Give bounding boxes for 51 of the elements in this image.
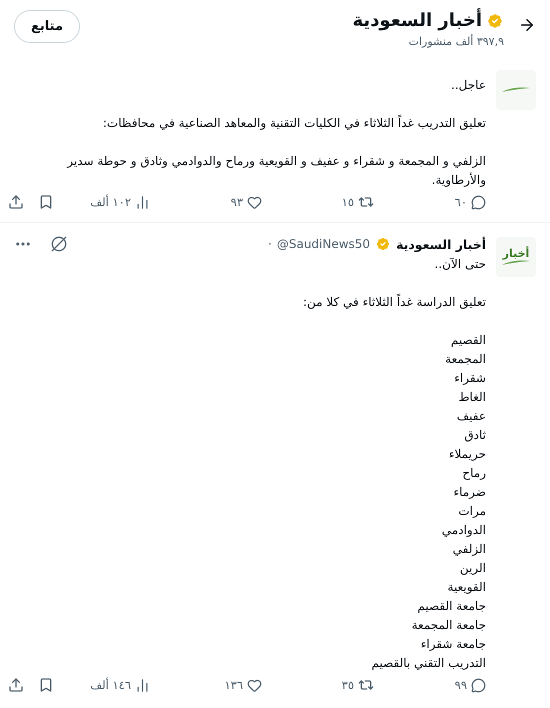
heart-icon [247, 194, 262, 210]
separator-dot: · [268, 237, 272, 251]
post-text: جامعة القصيم [416, 598, 486, 615]
post-text: المجمعة [444, 351, 486, 368]
post-text: القصيم [450, 332, 486, 349]
post-text: شقراء [453, 370, 486, 387]
views-button[interactable]: ١٠٢ ألف [90, 194, 150, 210]
bookmark-icon[interactable] [38, 677, 54, 693]
repost-button[interactable]: ٣٥ [342, 677, 374, 693]
post-text: جامعة شقراء [420, 636, 486, 653]
post-text: الزلفي و المجمعة و شقراء و عفيف و القويعية ورماح والدوادمي وثادق و حوطة سدير والأرطاوية. [66, 153, 486, 189]
post-text: الغاط [457, 389, 486, 406]
like-button[interactable]: ١٣٦ [224, 677, 262, 693]
author-handle[interactable]: @SaudiNews50 [276, 237, 370, 251]
back-arrow-icon[interactable] [518, 16, 536, 34]
heart-icon [247, 678, 262, 692]
reply-icon [471, 678, 486, 692]
profile-title: أخبار السعودية [352, 10, 482, 31]
share-icon[interactable] [8, 677, 24, 693]
author-name[interactable]: أخبار السعودية [396, 236, 486, 252]
mute-icon[interactable] [51, 236, 67, 252]
avatar-logo-text: أخبار [502, 248, 530, 258]
post-text: مرات [457, 503, 486, 520]
bookmark-icon[interactable] [38, 194, 54, 210]
bar-chart-icon [135, 194, 150, 210]
post-text: الدوادمي [440, 522, 486, 539]
reply-button[interactable]: ٩٩ [454, 677, 486, 693]
account-avatar[interactable]: أخبار [496, 237, 536, 277]
post-text: رماح [461, 465, 486, 482]
post-text: تعليق الدراسة غداً الثلاثاء في كلا من: [302, 293, 486, 311]
post-text: ثادق [463, 427, 486, 444]
follow-button[interactable]: متابع [14, 10, 80, 43]
post-text: الرين [458, 560, 486, 577]
views-button[interactable]: ١٤٦ ألف [90, 677, 150, 693]
post-text: الزلفي [452, 541, 486, 558]
posts-count: ٣٩٧,٩ ألف منشورات [408, 35, 504, 48]
repost-button[interactable]: ١٥ [342, 194, 374, 210]
post-text: عاجل.. [450, 77, 486, 94]
post-text: عفيف [456, 408, 486, 425]
reply-icon [471, 194, 486, 210]
post-text: ضرماء [452, 484, 486, 501]
reply-button[interactable]: ٦٠ [454, 194, 486, 210]
post-text: التدريب التقني بالقصيم [370, 655, 486, 672]
post-text: جامعة المجمعة [410, 617, 486, 634]
post-text: حتى الآن.. [434, 256, 486, 273]
post-text: القويعية [446, 579, 486, 596]
post-text: تعليق التدريب غداً الثلاثاء في الكليات التقنية والمعاهد الصناعية في محافظات: [102, 114, 486, 132]
post-text: حريملاء [448, 446, 486, 463]
bar-chart-icon [135, 678, 150, 692]
share-icon[interactable] [8, 194, 24, 210]
like-button[interactable]: ٩٣ [230, 194, 262, 210]
